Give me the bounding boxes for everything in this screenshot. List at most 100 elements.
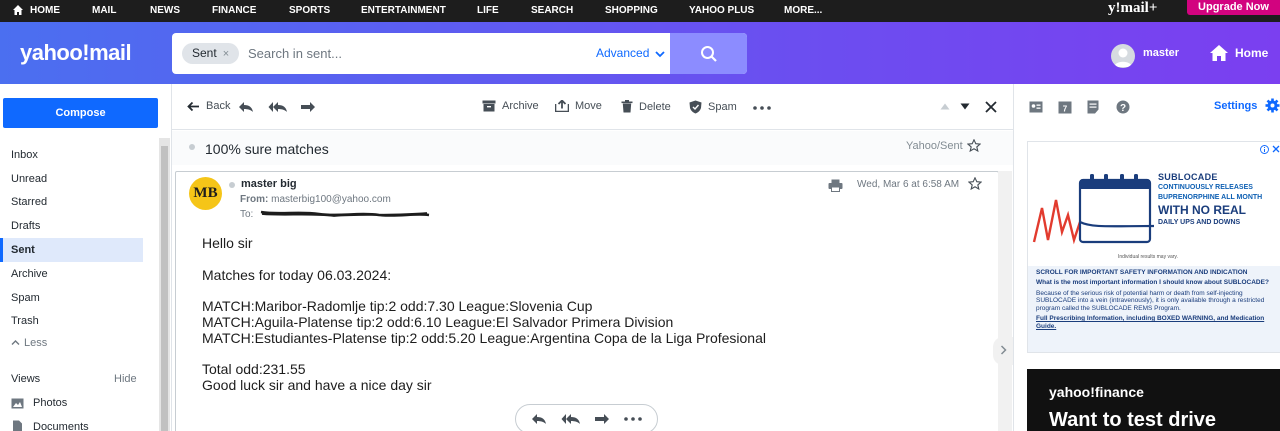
reply-icon[interactable] [238,101,254,113]
arrow-left-icon [187,101,199,111]
body-intro: Matches for today 06.03.2024: [202,267,392,283]
view-documents[interactable]: Documents [11,420,89,431]
search-folder-chip[interactable]: Sent × [182,43,240,64]
search-icon [700,45,717,62]
sender-name[interactable]: master big [241,178,297,190]
help-icon[interactable]: ? [1116,100,1130,114]
ad-disclaimer: Individual results may vary. [1118,254,1178,260]
nav-more[interactable]: MORE... [784,5,822,16]
top-nav: HOME MAIL NEWS FINANCE SPORTS ENTERTAINM… [0,0,1280,22]
sidebar-item-inbox[interactable]: Inbox [0,143,143,167]
star-icon[interactable] [968,177,982,190]
calendar-icon[interactable]: 7 [1058,100,1072,114]
more-actions-icon[interactable] [624,417,642,421]
compose-button[interactable]: Compose [3,98,158,128]
nav-home[interactable]: HOME [30,5,60,16]
trash-icon [621,100,633,113]
gear-icon[interactable] [1265,98,1280,113]
forward-icon[interactable] [300,101,316,113]
sidebar-item-starred[interactable]: Starred [0,190,143,214]
settings-link[interactable]: Settings [1214,100,1257,112]
home-icon[interactable] [12,4,24,16]
spam-button[interactable]: Spam [689,100,737,114]
sidebar-item-trash[interactable]: Trash [0,309,143,333]
nav-sports[interactable]: SPORTS [289,5,330,16]
view-photos[interactable]: Photos [11,397,67,409]
yahoo-mail-plus-logo[interactable]: y!mail+ [1108,0,1157,17]
delete-label: Delete [639,100,671,113]
reply-all-icon[interactable] [561,413,581,425]
more-actions-icon[interactable] [753,106,771,110]
message-toolbar: Back Archive Move Delete Spam [172,84,1014,130]
sidebar-item-archive[interactable]: Archive [0,262,143,286]
sidebar: Compose Inbox Unread Starred Drafts Sent… [0,84,158,431]
next-message-icon[interactable] [960,103,970,110]
search-button[interactable] [670,33,747,74]
advanced-search-link[interactable]: Advanced [596,46,665,60]
reading-pane: Back Archive Move Delete Spam 100% sure … [171,84,1014,431]
user-avatar[interactable] [1111,44,1135,68]
home-icon [1210,45,1228,61]
archive-icon [482,100,496,112]
home-link[interactable]: Home [1209,44,1268,62]
quick-actions-bar [515,404,658,431]
svg-text:?: ? [1120,103,1126,114]
reply-icon[interactable] [531,413,547,425]
views-hide-link[interactable]: Hide [114,373,137,385]
print-icon[interactable] [828,179,843,192]
message-subject: 100% sure matches [205,141,329,157]
ad-safety-info[interactable]: SCROLL FOR IMPORTANT SAFETY INFORMATION … [1028,266,1280,352]
nav-yahoo-plus[interactable]: YAHOO PLUS [689,5,754,16]
close-icon[interactable] [985,101,997,113]
ad-prescribing-link[interactable]: Full Prescribing Information, including … [1036,315,1272,330]
search-input[interactable] [248,33,578,74]
sidebar-scrollbar-thumb[interactable] [161,146,168,431]
sender-avatar[interactable]: MB [189,177,222,210]
body-greeting: Hello sir [202,235,253,251]
nav-finance[interactable]: FINANCE [212,5,256,16]
photo-icon [11,398,24,408]
from-line: From: masterbig100@yahoo.com [240,194,391,205]
nav-mail[interactable]: MAIL [92,5,116,16]
less-toggle[interactable]: Less [11,337,47,349]
nav-life[interactable]: LIFE [477,5,499,16]
ad-safety-paragraph: Because of the serious risk of potential… [1036,289,1265,312]
user-name[interactable]: master [1143,47,1179,59]
collapse-right-rail-handle[interactable] [993,337,1013,365]
nav-search[interactable]: SEARCH [531,5,573,16]
from-email[interactable]: masterbig100@yahoo.com [271,194,391,205]
reading-pane-scrollbar[interactable] [998,171,1012,431]
sidebar-item-drafts[interactable]: Drafts [0,214,143,238]
reply-all-icon[interactable] [268,101,288,113]
body-match-1: MATCH:Maribor-Radomlje tip:2 odd:7.30 Le… [202,298,593,314]
upgrade-now-button[interactable]: Upgrade Now [1187,0,1280,15]
unread-dot[interactable] [189,144,195,150]
yahoo-mail-logo[interactable]: yahoo!mail [20,40,132,66]
back-button[interactable]: Back [187,100,230,112]
notepad-icon[interactable] [1086,100,1100,114]
ad-close-icon[interactable] [1272,145,1280,153]
forward-icon[interactable] [594,413,610,425]
archive-label: Archive [502,100,539,112]
nav-shopping[interactable]: SHOPPING [605,5,658,16]
nav-news[interactable]: NEWS [150,5,180,16]
delete-button[interactable]: Delete [621,100,671,113]
archive-button[interactable]: Archive [482,100,539,112]
chip-close-icon[interactable]: × [223,48,229,60]
star-icon[interactable] [967,139,981,152]
folder-tag[interactable]: Yahoo/Sent [906,140,963,152]
sidebar-scrollbar[interactable] [159,138,170,431]
sidebar-item-spam[interactable]: Spam [0,286,143,310]
ad-info-icon[interactable] [1260,145,1269,154]
nav-entertainment[interactable]: ENTERTAINMENT [361,5,446,16]
move-button[interactable]: Move [555,100,602,112]
ad-headline: WITH NO REAL [1158,203,1246,217]
yahoo-finance-ad[interactable]: yahoo!finance Want to test drive [1027,369,1280,431]
message-card: MB master big From: masterbig100@yahoo.c… [175,171,999,431]
sidebar-item-sent[interactable]: Sent [0,238,143,262]
contacts-icon[interactable] [1029,100,1043,114]
previous-message-icon[interactable] [940,103,950,110]
ad-brand: SUBLOCADE [1158,172,1218,182]
sidebar-item-unread[interactable]: Unread [0,167,143,191]
sublocade-ad[interactable]: SUBLOCADE CONTINUOUSLY RELEASES BUPRENOR… [1027,141,1280,353]
